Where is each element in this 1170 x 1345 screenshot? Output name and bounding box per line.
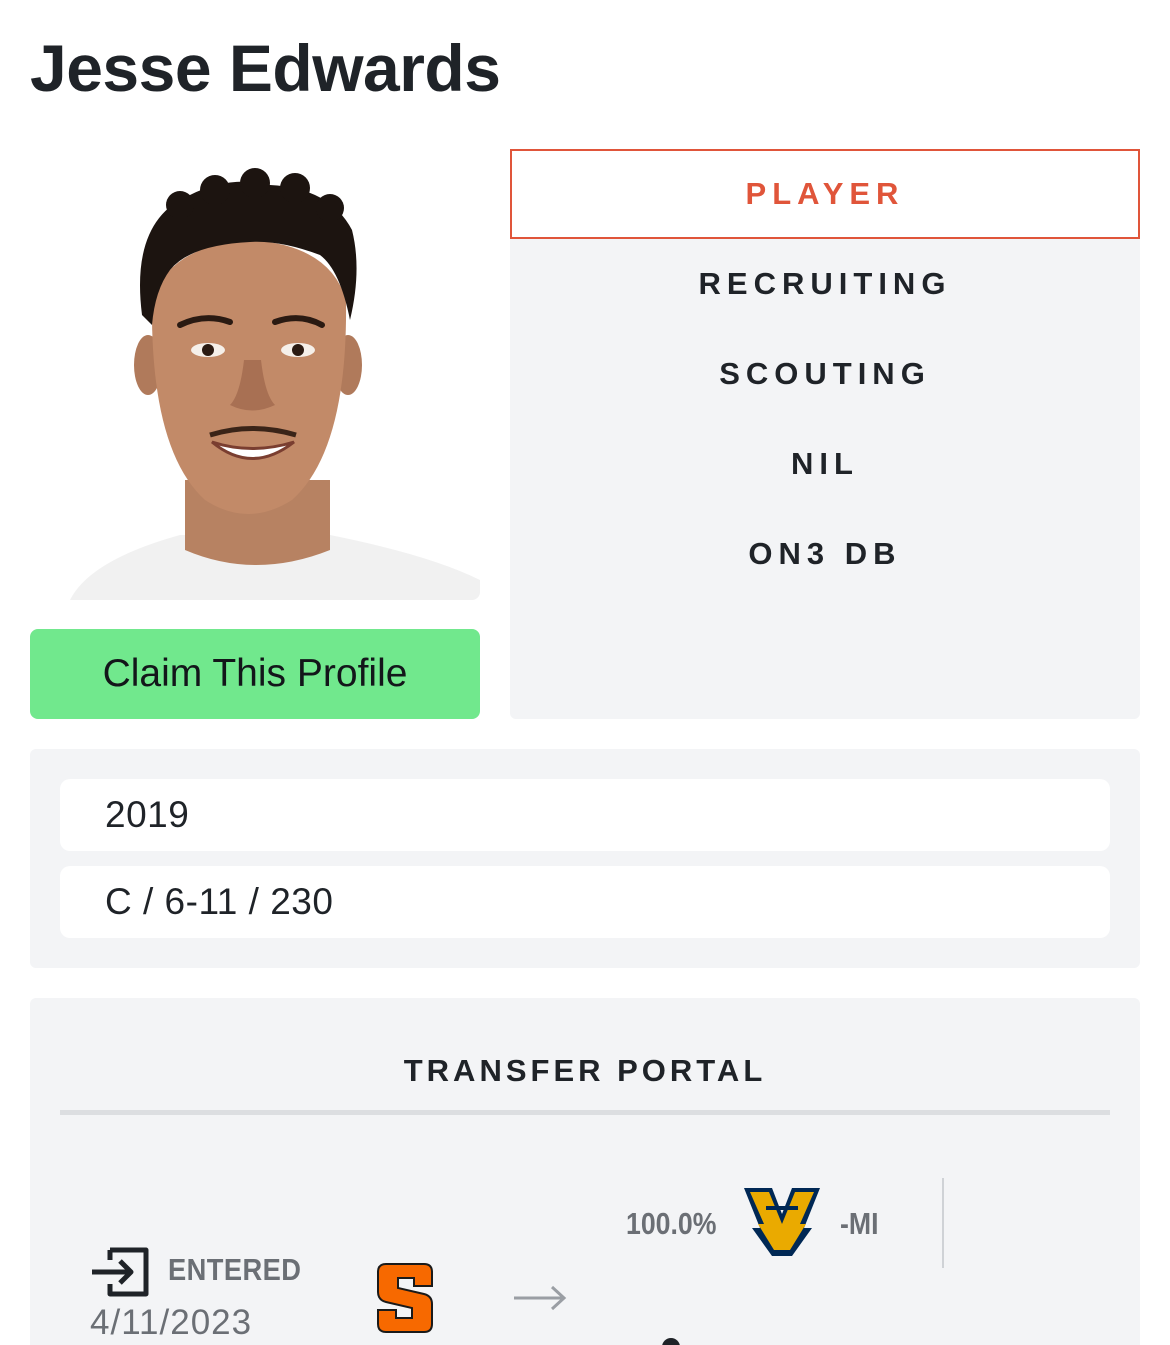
tab-player[interactable]: PLAYER [510,149,1140,239]
transfer-portal-panel: TRANSFER PORTAL ENTERED 4/11/2023 100.0%… [30,998,1140,1345]
tab-recruiting[interactable]: RECRUITING [510,239,1140,329]
prediction-percent: 100.0% [626,1206,717,1241]
partial-icon [662,1338,680,1345]
player-info-panel: 2019 C / 6-11 / 230 [30,749,1140,968]
west-virginia-logo-icon[interactable] [742,1184,822,1260]
tab-nil[interactable]: NIL [510,419,1140,509]
enter-icon [92,1247,149,1297]
arrow-right-icon [514,1285,567,1311]
portal-entry-date: 4/11/2023 [90,1303,253,1342]
player-name: Jesse Edwards [30,31,501,105]
profile-tabs: PLAYER RECRUITING SCOUTING NIL ON3 DB [510,149,1140,719]
position-height-weight: C / 6-11 / 230 [60,866,1110,938]
divider [60,1110,1110,1115]
prediction-suffix: -MI [840,1206,879,1241]
transfer-portal-title: TRANSFER PORTAL [403,1053,767,1088]
vertical-divider [942,1178,944,1268]
syracuse-logo-icon[interactable] [376,1260,434,1336]
claim-profile-button[interactable]: Claim This Profile [30,629,480,719]
tab-scouting[interactable]: SCOUTING [510,329,1140,419]
player-photo [30,150,480,600]
tab-on3-db[interactable]: ON3 DB [510,509,1140,599]
portal-status: ENTERED [168,1252,302,1287]
class-year: 2019 [60,779,1110,851]
